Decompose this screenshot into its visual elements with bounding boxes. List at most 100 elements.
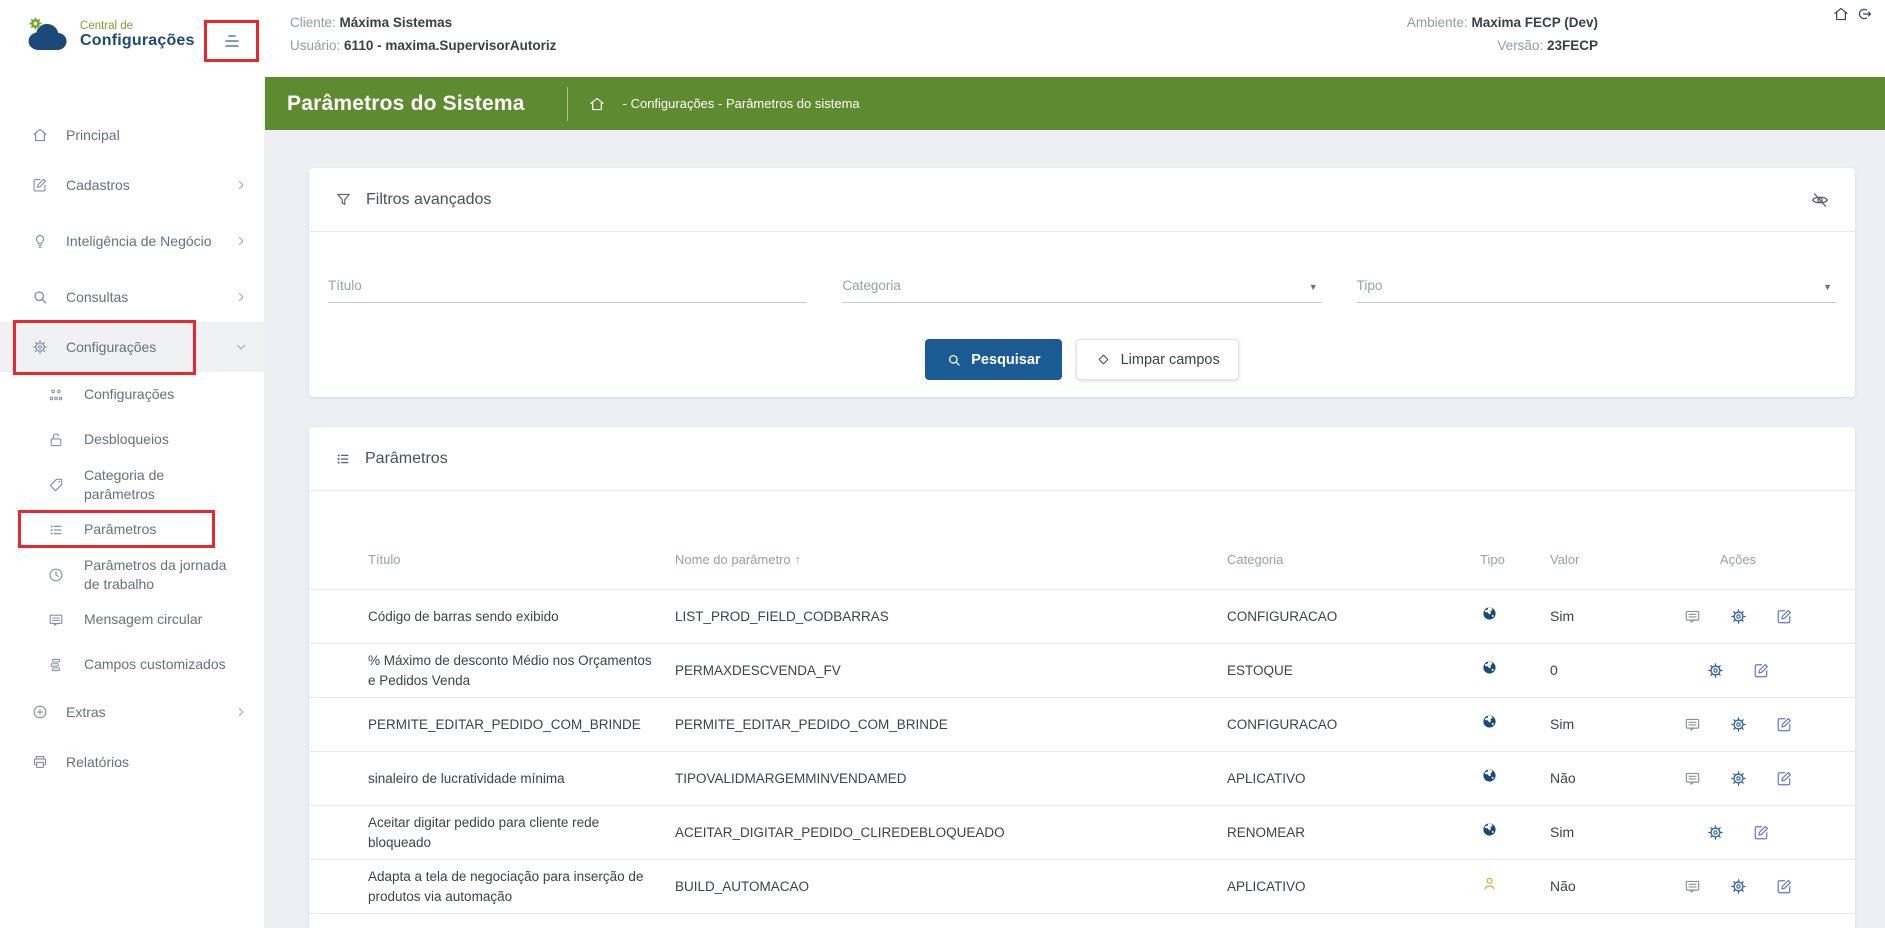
home-icon[interactable] — [1832, 5, 1850, 23]
sidebar-item-label: Configurações — [84, 385, 230, 404]
sidebar-item-extras[interactable]: Extras — [0, 687, 264, 737]
cell-nome-parametro: ACEITAR_DIGITAR_PEDIDO_CLIREDEBLOQUEADO — [675, 823, 1227, 843]
logout-icon[interactable] — [1855, 5, 1873, 23]
sidebar-item-consultas[interactable]: Consultas — [0, 272, 264, 322]
sidebar: Principal Cadastros Inteligência de Negóci… — [0, 77, 265, 928]
col-header-valor[interactable]: Valor — [1550, 552, 1668, 567]
sidebar-item-campos-customizados[interactable]: Campos customizados — [0, 642, 264, 687]
cell-tipo — [1480, 821, 1550, 844]
gear-icon[interactable] — [1729, 607, 1748, 626]
edit-icon[interactable] — [1752, 661, 1771, 680]
clock-icon — [46, 566, 66, 584]
cell-tipo — [1480, 875, 1550, 898]
cell-valor: Sim — [1550, 822, 1668, 842]
tipo-select[interactable]: Tipo▼ — [1357, 278, 1836, 303]
hide-filters-icon[interactable] — [1810, 190, 1830, 210]
cell-acoes — [1668, 769, 1808, 788]
edit-icon[interactable] — [1775, 607, 1794, 626]
field-placeholder: Categoria — [842, 278, 901, 293]
gear-icon[interactable] — [1729, 715, 1748, 734]
app-logo[interactable]: Central de Configurações — [22, 14, 195, 56]
comment-icon — [46, 611, 66, 629]
clear-fields-button[interactable]: Limpar campos — [1076, 339, 1239, 380]
edit-icon[interactable] — [1775, 769, 1794, 788]
sidebar-item-relatorios[interactable]: Relatórios — [0, 737, 264, 787]
sidebar-item-label: Parâmetros da jornada de trabalho — [84, 556, 230, 594]
sidebar-item-desbloqueios[interactable]: Desbloqueios — [0, 417, 264, 462]
globe-icon — [1480, 767, 1498, 784]
cell-tipo — [1480, 605, 1550, 628]
sidebar-item-parametros[interactable]: Parâmetros — [0, 507, 264, 552]
list-icon — [46, 521, 66, 539]
table-row: Adapta a tela de negociação para inserçã… — [309, 859, 1855, 913]
chevron-right-icon — [233, 177, 249, 193]
gear-icon[interactable] — [1729, 877, 1748, 896]
sidebar-item-parametros-da-jornada-de-trabalho[interactable]: Parâmetros da jornada de trabalho — [0, 552, 264, 597]
comment-icon[interactable] — [1683, 607, 1702, 626]
globe-icon — [1480, 821, 1498, 838]
cell-valor: Sim — [1550, 606, 1668, 626]
col-header-nome[interactable]: Nome do parâmetro↑ — [675, 552, 1227, 567]
globe-icon — [1480, 713, 1498, 730]
cell-valor: 0 — [1550, 660, 1668, 680]
home-icon — [30, 126, 50, 144]
sidebar-item-categoria-de-parametros[interactable]: Categoria de parâmetros — [0, 462, 264, 507]
search-button[interactable]: Pesquisar — [925, 339, 1061, 380]
cell-nome-parametro: LIST_PROD_FIELD_CODBARRAS — [675, 607, 1227, 627]
sidebar-item-inteligencia-de-negocio[interactable]: Inteligência de Negócio — [0, 210, 264, 272]
sidebar-item-label: Principal — [66, 126, 218, 145]
sidebar-nav: Principal Cadastros Inteligência de Negóci… — [0, 77, 264, 787]
app-header: Central de Configurações Cliente: Máxima… — [0, 0, 1885, 77]
cell-tipo — [1480, 713, 1550, 736]
col-header-tipo[interactable]: Tipo — [1480, 552, 1550, 567]
sidebar-item-configuracoes[interactable]: Configurações — [0, 322, 264, 372]
edit-icon[interactable] — [1752, 823, 1771, 842]
comment-icon[interactable] — [1683, 715, 1702, 734]
cell-acoes — [1668, 877, 1808, 896]
gear-icon[interactable] — [1729, 769, 1748, 788]
unlock-icon — [46, 431, 66, 449]
sidebar-item-mensagem-circular[interactable]: Mensagem circular — [0, 597, 264, 642]
gear-icon[interactable] — [1706, 823, 1725, 842]
globe-icon — [1480, 659, 1498, 676]
cell-nome-parametro: TIPOVALIDMARGEMMINVENDAMED — [675, 769, 1227, 789]
breadcrumb-home-icon[interactable] — [588, 95, 606, 113]
page-titlebar: Parâmetros do Sistema - Configurações - … — [265, 77, 1885, 130]
col-header-acoes[interactable]: Ações — [1668, 552, 1808, 567]
categoria-select[interactable]: Categoria▼ — [842, 278, 1321, 303]
col-header-titulo[interactable]: Título — [368, 552, 675, 567]
sidebar-item-principal[interactable]: Principal — [0, 110, 264, 160]
sidebar-item-configuracoes-sub[interactable]: Configurações — [0, 372, 264, 417]
usuario-label: Usuário: — [290, 38, 340, 53]
menu-toggle-icon[interactable] — [219, 28, 245, 54]
edit-icon — [30, 176, 50, 194]
plus-circle-icon — [30, 703, 50, 721]
cell-nome-parametro: BUILD_AUTOMACAO — [675, 877, 1227, 897]
search-icon — [30, 288, 50, 306]
edit-icon[interactable] — [1775, 715, 1794, 734]
col-header-categoria[interactable]: Categoria — [1227, 552, 1480, 567]
ambiente-label: Ambiente: — [1407, 15, 1468, 30]
sidebar-item-label: Cadastros — [66, 176, 218, 195]
field-placeholder: Título — [328, 278, 362, 293]
sidebar-item-label: Categoria de parâmetros — [84, 466, 230, 504]
sidebar-item-label: Extras — [66, 703, 218, 722]
gear-icon[interactable] — [1706, 661, 1725, 680]
titulo-input[interactable]: Título — [328, 278, 807, 303]
list-icon — [334, 450, 352, 468]
table-row: sinaleiro de lucratividade mínimaTIPOVAL… — [309, 751, 1855, 805]
cell-categoria: RENOMEAR — [1227, 823, 1480, 843]
layers-icon — [46, 656, 66, 674]
page-title: Parâmetros do Sistema — [287, 92, 525, 116]
edit-icon[interactable] — [1775, 877, 1794, 896]
environment-info: Ambiente: Maxima FECP (Dev) Versão: 23FE… — [1407, 11, 1598, 57]
parameters-title: Parâmetros — [365, 450, 448, 468]
logo-line1: Central de — [80, 20, 195, 32]
cliente-value: Máxima Sistemas — [340, 15, 453, 30]
cell-tipo — [1480, 659, 1550, 682]
cell-valor: Não — [1550, 768, 1668, 788]
printer-icon — [30, 753, 50, 771]
comment-icon[interactable] — [1683, 877, 1702, 896]
comment-icon[interactable] — [1683, 769, 1702, 788]
sidebar-item-cadastros[interactable]: Cadastros — [0, 160, 264, 210]
